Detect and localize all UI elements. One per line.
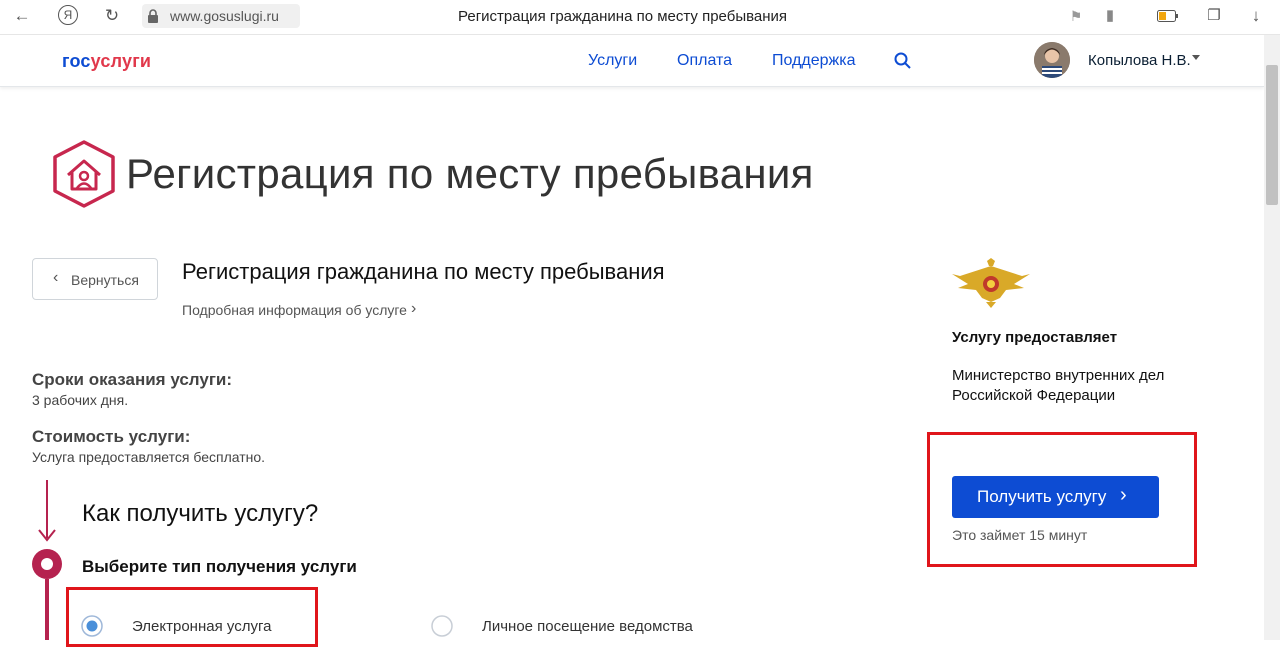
get-service-label: Получить услугу: [977, 487, 1107, 506]
back-button[interactable]: ‹ Вернуться: [32, 258, 158, 300]
chevron-left-icon: ‹: [53, 269, 59, 286]
provider-label: Услугу предоставляет: [952, 329, 1118, 346]
user-name[interactable]: Копылова Н.В.: [1088, 52, 1191, 69]
chevron-right-icon: ›: [1120, 484, 1127, 506]
yandex-icon[interactable]: Я: [58, 5, 78, 25]
highlight-box-option: [66, 587, 318, 647]
back-arrow-icon[interactable]: ←: [12, 6, 32, 26]
option-personal-visit[interactable]: Личное посещение ведомства: [482, 618, 693, 635]
gosuslugi-logo[interactable]: госуслуги: [62, 51, 151, 72]
search-icon[interactable]: [894, 52, 912, 70]
bookmark-icon[interactable]: ▮: [1100, 6, 1120, 26]
logo-part-gos: гос: [62, 51, 91, 71]
nav-services[interactable]: Услуги: [588, 52, 637, 70]
lock-icon: [148, 9, 158, 23]
nav-payment[interactable]: Оплата: [677, 52, 732, 70]
avatar[interactable]: [1034, 42, 1070, 78]
radio-selected-icon[interactable]: [81, 615, 103, 637]
radio-unselected-icon[interactable]: [431, 615, 453, 637]
step-line: [32, 480, 62, 640]
scrollbar-thumb[interactable]: [1266, 65, 1278, 205]
service-title: Регистрация гражданина по месту пребыван…: [182, 259, 665, 284]
get-service-button[interactable]: Получить услугу ›: [952, 476, 1159, 518]
provider-name-line2: Российской Федерации: [952, 387, 1116, 404]
option-electronic[interactable]: Электронная услуга: [132, 618, 271, 635]
back-button-label: Вернуться: [71, 272, 139, 288]
choose-type-label: Выберите тип получения услуги: [82, 557, 357, 576]
chevron-down-icon[interactable]: [1192, 55, 1200, 60]
terms-label: Сроки оказания услуги:: [32, 370, 233, 389]
battery-icon: [1157, 10, 1178, 22]
page-title: Регистрация по месту пребывания: [126, 150, 814, 197]
logo-part-uslugi: услуги: [90, 51, 152, 71]
service-details-link[interactable]: Подробная информация об услуге: [182, 302, 407, 318]
reload-icon[interactable]: ↻: [102, 6, 122, 26]
nav-support[interactable]: Поддержка: [772, 52, 855, 70]
provider-name-line1: Министерство внутренних дел: [952, 367, 1165, 384]
how-to-get-title: Как получить услугу?: [82, 500, 319, 527]
extensions-icon[interactable]: ❐: [1204, 6, 1224, 26]
download-icon[interactable]: ↓: [1246, 6, 1266, 26]
translate-icon[interactable]: ⚑: [1066, 6, 1086, 26]
mvd-emblem-icon: [952, 258, 1030, 308]
house-person-icon: [53, 140, 115, 208]
terms-value: 3 рабочих дня.: [32, 392, 129, 408]
url-text[interactable]: www.gosuslugi.ru: [170, 8, 279, 24]
cost-label: Стоимость услуги:: [32, 427, 191, 446]
cost-value: Услуга предоставляется бесплатно.: [32, 449, 266, 465]
duration-note: Это займет 15 минут: [952, 527, 1088, 543]
chevron-right-icon[interactable]: ›: [411, 300, 416, 318]
browser-page-title: Регистрация гражданина по месту пребыван…: [458, 8, 788, 25]
